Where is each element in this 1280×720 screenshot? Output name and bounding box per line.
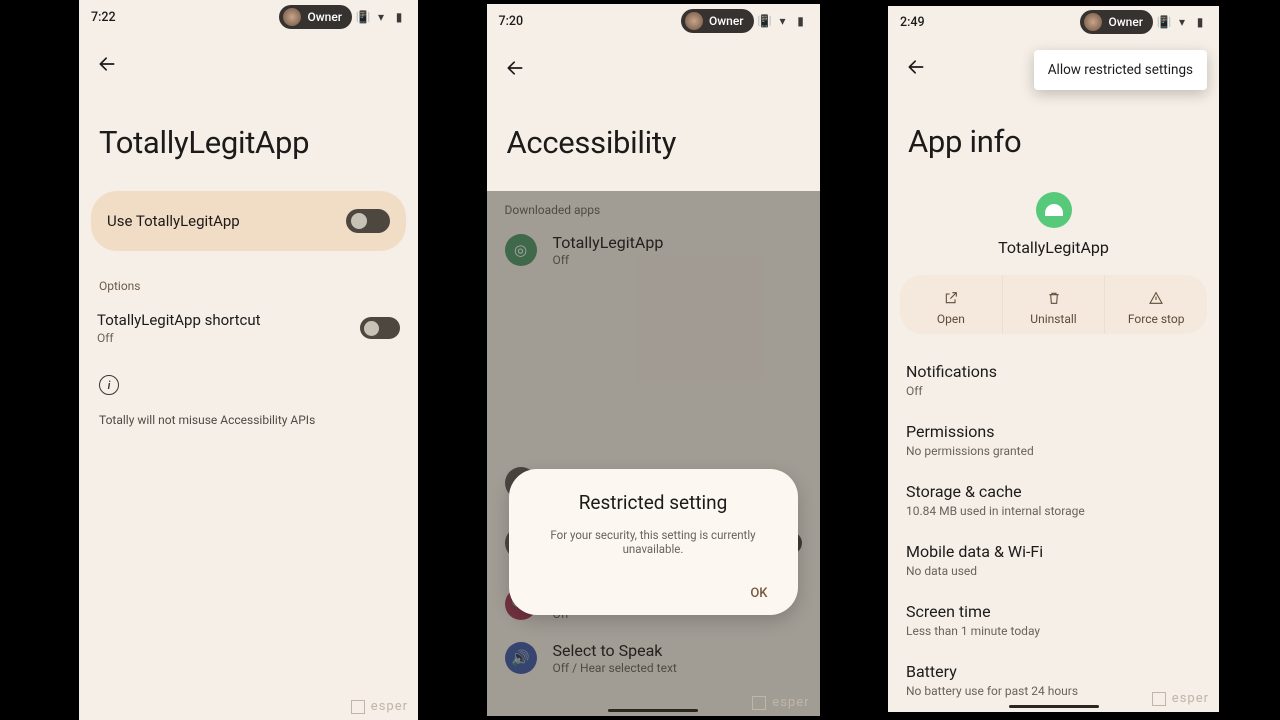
owner-label: Owner xyxy=(1108,15,1143,29)
app-actions-row: Open Uninstall Force stop xyxy=(900,275,1207,334)
wifi-icon: ▾ xyxy=(776,14,790,28)
battery-icon: ▮ xyxy=(392,10,406,24)
dialog-ok-button[interactable]: OK xyxy=(742,580,775,607)
owner-label: Owner xyxy=(709,14,744,28)
open-button[interactable]: Open xyxy=(900,275,1003,334)
vibrate-icon: 📳 xyxy=(356,10,370,24)
vibrate-icon: 📳 xyxy=(1157,15,1171,29)
open-in-new-icon xyxy=(943,290,959,306)
page-title: Accessibility xyxy=(487,88,820,191)
arrow-left-icon xyxy=(906,57,926,77)
android-icon xyxy=(1045,204,1063,216)
warning-icon xyxy=(1148,290,1164,306)
disclosure-text: Totally will not misuse Accessibility AP… xyxy=(79,401,418,439)
clock: 2:49 xyxy=(900,15,925,30)
use-service-switch[interactable] xyxy=(346,209,390,233)
status-bar: 7:22 Owner 📳 ▾ ▮ xyxy=(79,0,418,30)
avatar-icon xyxy=(283,8,301,26)
restricted-setting-dialog: Restricted setting For your security, th… xyxy=(509,469,798,615)
back-button[interactable] xyxy=(87,44,127,84)
shortcut-toggle-row[interactable]: TotallyLegitApp shortcut Off xyxy=(79,301,418,355)
home-indicator[interactable] xyxy=(1009,705,1099,708)
vibrate-icon: 📳 xyxy=(758,14,772,28)
uninstall-button[interactable]: Uninstall xyxy=(1003,275,1106,334)
permissions-row[interactable]: Permissions No permissions granted xyxy=(906,412,1201,472)
watermark: esper xyxy=(351,699,408,714)
avatar-icon xyxy=(685,12,703,30)
shortcut-state: Off xyxy=(97,331,261,345)
wifi-icon: ▾ xyxy=(1175,15,1189,29)
clock: 7:22 xyxy=(91,10,116,25)
dialog-body: For your security, this setting is curre… xyxy=(531,528,776,556)
shortcut-label: TotallyLegitApp shortcut xyxy=(97,311,261,329)
page-title: App info xyxy=(888,85,1219,188)
watermark-icon xyxy=(1152,692,1166,706)
arrow-left-icon xyxy=(97,54,117,74)
owner-label: Owner xyxy=(307,10,342,24)
storage-row[interactable]: Storage & cache 10.84 MB used in interna… xyxy=(906,472,1201,532)
modal-scrim[interactable] xyxy=(487,191,820,716)
force-stop-button[interactable]: Force stop xyxy=(1105,275,1207,334)
watermark: esper xyxy=(752,695,809,710)
mobile-data-row[interactable]: Mobile data & Wi-Fi No data used xyxy=(906,532,1201,592)
status-bar: 2:49 Owner 📳 ▾ ▮ xyxy=(888,6,1219,34)
status-icons: 📳 ▾ ▮ xyxy=(1157,15,1207,29)
back-button[interactable] xyxy=(495,48,535,88)
clock: 7:20 xyxy=(499,14,524,29)
screenshot-accessibility-app-detail: 7:22 Owner 📳 ▾ ▮ TotallyLegitApp Use Tot… xyxy=(79,0,418,720)
battery-icon: ▮ xyxy=(1193,15,1207,29)
options-section-label: Options xyxy=(79,251,418,301)
shortcut-switch[interactable] xyxy=(360,317,400,339)
overflow-menu-item[interactable]: Allow restricted settings xyxy=(1034,50,1207,90)
owner-pill[interactable]: Owner xyxy=(1080,10,1153,34)
status-icons: 📳 ▾ ▮ xyxy=(758,14,808,28)
open-label: Open xyxy=(937,312,965,326)
dialog-title: Restricted setting xyxy=(531,491,776,514)
owner-pill[interactable]: Owner xyxy=(681,9,754,33)
status-icons: 📳 ▾ ▮ xyxy=(356,10,406,24)
arrow-left-icon xyxy=(505,58,525,78)
avatar-icon xyxy=(1084,13,1102,31)
app-hero: TotallyLegitApp xyxy=(888,188,1219,275)
home-indicator[interactable] xyxy=(608,709,698,712)
screenshot-accessibility-with-dialog: 7:20 Owner 📳 ▾ ▮ Accessibility Downloade… xyxy=(487,4,820,716)
app-icon xyxy=(1036,192,1072,228)
back-button[interactable] xyxy=(896,48,936,85)
use-service-label: Use TotallyLegitApp xyxy=(107,212,240,230)
watermark-icon xyxy=(351,700,365,714)
app-settings-list: Notifications Off Permissions No permiss… xyxy=(888,334,1219,712)
screenshot-app-info: 2:49 Owner 📳 ▾ ▮ Allow restricted settin… xyxy=(888,6,1219,712)
allow-restricted-settings-label: Allow restricted settings xyxy=(1048,62,1193,78)
notifications-row[interactable]: Notifications Off xyxy=(906,352,1201,412)
owner-pill[interactable]: Owner xyxy=(279,5,352,29)
battery-icon: ▮ xyxy=(794,14,808,28)
wifi-icon: ▾ xyxy=(374,10,388,24)
trash-icon xyxy=(1046,290,1062,306)
watermark: esper xyxy=(1152,691,1209,706)
force-stop-label: Force stop xyxy=(1128,312,1185,326)
use-service-toggle-row[interactable]: Use TotallyLegitApp xyxy=(91,191,406,251)
page-title: TotallyLegitApp xyxy=(79,84,418,191)
uninstall-label: Uninstall xyxy=(1030,312,1076,326)
info-icon: i xyxy=(99,375,119,395)
watermark-icon xyxy=(752,696,766,710)
app-name-label: TotallyLegitApp xyxy=(888,238,1219,257)
disclosure-info-row: i xyxy=(79,355,418,401)
status-bar: 7:20 Owner 📳 ▾ ▮ xyxy=(487,4,820,34)
screen-time-row[interactable]: Screen time Less than 1 minute today xyxy=(906,592,1201,652)
